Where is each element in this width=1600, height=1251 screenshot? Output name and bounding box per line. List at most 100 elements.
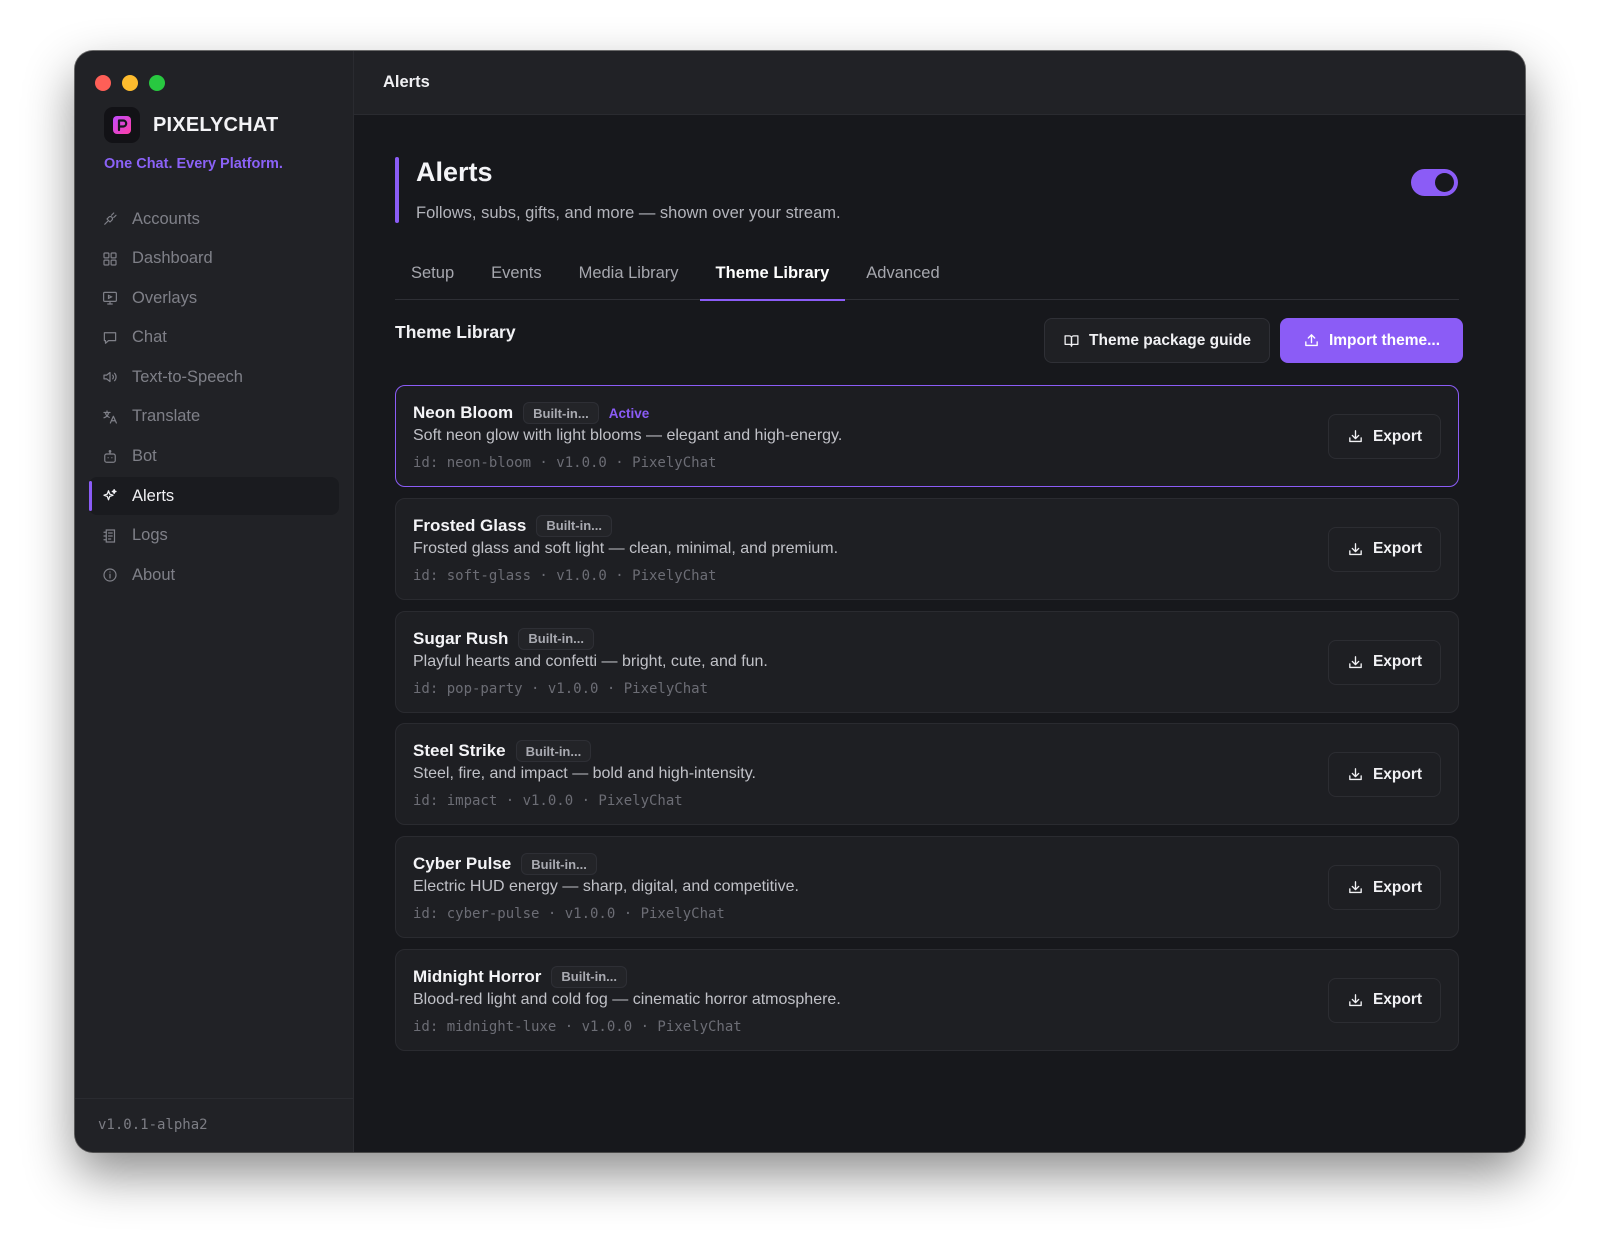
theme-description: Electric HUD energy — sharp, digital, an… <box>413 878 799 896</box>
app-window: PIXELYCHAT One Chat. Every Platform. Acc… <box>75 51 1525 1152</box>
export-label: Export <box>1372 765 1423 783</box>
theme-card[interactable]: Neon Bloom Built-in... Active Soft neon … <box>395 385 1459 487</box>
download-icon <box>1349 768 1362 781</box>
header-accent-bar <box>395 157 399 223</box>
tab-setup[interactable]: Setup <box>395 256 470 300</box>
export-button[interactable]: Export <box>1328 977 1441 1023</box>
translate-icon <box>103 410 117 424</box>
active-label: Active <box>608 405 650 421</box>
brand-name: PIXELYCHAT <box>153 113 279 136</box>
sidebar-item-label: Translate <box>132 407 201 426</box>
theme-name: Midnight Horror <box>413 966 542 986</box>
sidebar-item-label: Overlays <box>132 288 198 307</box>
builtin-badge: Built-in... <box>551 965 628 988</box>
sidebar-item-label: Logs <box>132 526 168 545</box>
theme-name: Steel Strike <box>413 741 506 761</box>
download-icon <box>1349 430 1362 443</box>
theme-card[interactable]: Frosted Glass Built-in... Frosted glass … <box>395 497 1459 600</box>
theme-package-guide-label: Theme package guide <box>1089 331 1251 349</box>
book-icon <box>1064 335 1079 347</box>
download-icon <box>1349 881 1362 894</box>
bot-icon <box>104 449 116 463</box>
chat-bubble-icon <box>103 331 117 344</box>
sidebar-item-accounts[interactable]: Accounts <box>89 200 339 238</box>
tab-events[interactable]: Events <box>475 256 557 300</box>
export-label: Export <box>1372 427 1423 445</box>
theme-meta: id: midnight-luxe · v1.0.0 · PixelyChat <box>413 1018 742 1035</box>
download-icon <box>1349 655 1362 668</box>
sidebar-item-translate[interactable]: Translate <box>89 398 339 436</box>
upload-icon <box>1305 334 1318 347</box>
maximize-window-button[interactable] <box>149 75 165 91</box>
export-label: Export <box>1372 540 1423 558</box>
theme-card[interactable]: Sugar Rush Built-in... Playful hearts an… <box>395 610 1459 713</box>
sidebar-item-label: Bot <box>132 447 157 466</box>
sparkle-icon <box>103 489 117 501</box>
sidebar: PIXELYCHAT One Chat. Every Platform. Acc… <box>75 51 354 1152</box>
sidebar-item-label: Alerts <box>132 486 175 505</box>
download-icon <box>1349 994 1362 1007</box>
export-button[interactable]: Export <box>1328 414 1441 459</box>
theme-name: Neon Bloom <box>413 403 514 422</box>
export-button[interactable]: Export <box>1328 865 1441 911</box>
sidebar-item-text-to-speech[interactable]: Text-to-Speech <box>89 358 339 396</box>
import-theme-button[interactable]: Import theme... <box>1280 318 1463 363</box>
theme-description: Frosted glass and soft light — clean, mi… <box>413 539 839 557</box>
titlebar: Alerts <box>354 51 1525 115</box>
app-version: v1.0.1-alpha2 <box>98 1117 208 1133</box>
sidebar-nav: Accounts Dashboard Overlays Chat Text-to… <box>89 200 339 596</box>
section-title: Theme Library <box>395 322 516 342</box>
export-button[interactable]: Export <box>1328 752 1441 798</box>
alerts-enabled-toggle[interactable] <box>1411 169 1458 196</box>
sidebar-item-dashboard[interactable]: Dashboard <box>89 240 339 278</box>
theme-package-guide-button[interactable]: Theme package guide <box>1044 318 1270 363</box>
builtin-badge: Built-in... <box>518 627 595 650</box>
tab-advanced[interactable]: Advanced <box>850 256 955 300</box>
theme-list: Neon Bloom Built-in... Active Soft neon … <box>395 385 1459 1062</box>
toggle-knob <box>1435 173 1454 192</box>
theme-card[interactable]: Midnight Horror Built-in... Blood-red li… <box>395 948 1459 1051</box>
export-button[interactable]: Export <box>1328 526 1441 572</box>
builtin-badge: Built-in... <box>523 402 599 424</box>
builtin-badge: Built-in... <box>521 853 597 876</box>
close-window-button[interactable] <box>95 75 111 91</box>
sidebar-footer: v1.0.1-alpha2 <box>75 1098 353 1152</box>
theme-card[interactable]: Steel Strike Built-in... Steel, fire, an… <box>395 723 1459 826</box>
sidebar-item-bot[interactable]: Bot <box>89 438 339 476</box>
import-theme-label: Import theme... <box>1328 331 1441 349</box>
builtin-badge: Built-in... <box>536 514 612 537</box>
window-controls <box>95 75 165 91</box>
monitor-icon <box>103 291 117 305</box>
theme-meta: id: pop-party · v1.0.0 · PixelyChat <box>413 680 709 697</box>
sidebar-item-label: Text-to-Speech <box>132 367 243 386</box>
theme-description: Steel, fire, and impact — bold and high-… <box>413 765 756 783</box>
tab-media-library[interactable]: Media Library <box>563 256 695 300</box>
theme-card[interactable]: Cyber Pulse Built-in... Electric HUD ene… <box>395 836 1459 939</box>
sidebar-item-chat[interactable]: Chat <box>89 319 339 357</box>
export-label: Export <box>1372 991 1423 1009</box>
sidebar-item-alerts[interactable]: Alerts <box>89 477 339 516</box>
dashboard-grid-icon <box>103 251 117 266</box>
tab-bar: Setup Events Media Library Theme Library… <box>395 256 1459 301</box>
tab-theme-library[interactable]: Theme Library <box>699 256 846 301</box>
theme-meta: id: cyber-pulse · v1.0.0 · PixelyChat <box>413 906 725 923</box>
theme-name: Cyber Pulse <box>413 854 512 874</box>
brand-tagline: One Chat. Every Platform. <box>104 156 283 172</box>
sidebar-item-logs[interactable]: Logs <box>89 517 339 555</box>
sidebar-item-overlays[interactable]: Overlays <box>89 279 339 317</box>
export-button[interactable]: Export <box>1328 639 1441 685</box>
sidebar-item-about[interactable]: About <box>89 556 339 594</box>
minimize-window-button[interactable] <box>122 75 138 91</box>
page-subtitle: Follows, subs, gifts, and more — shown o… <box>416 204 841 222</box>
page-title: Alerts <box>416 157 493 187</box>
plug-icon <box>104 212 117 225</box>
logs-icon <box>103 529 116 543</box>
export-label: Export <box>1372 653 1423 671</box>
main-panel: Alerts Alerts Follows, subs, gifts, and … <box>354 51 1525 1152</box>
brand: PIXELYCHAT <box>104 107 278 143</box>
theme-meta: id: neon-bloom · v1.0.0 · PixelyChat <box>413 455 717 471</box>
speaker-icon <box>103 372 117 383</box>
theme-description: Playful hearts and confetti — bright, cu… <box>413 652 768 670</box>
theme-meta: id: impact · v1.0.0 · PixelyChat <box>413 793 683 810</box>
theme-description: Soft neon glow with light blooms — elega… <box>413 427 843 444</box>
